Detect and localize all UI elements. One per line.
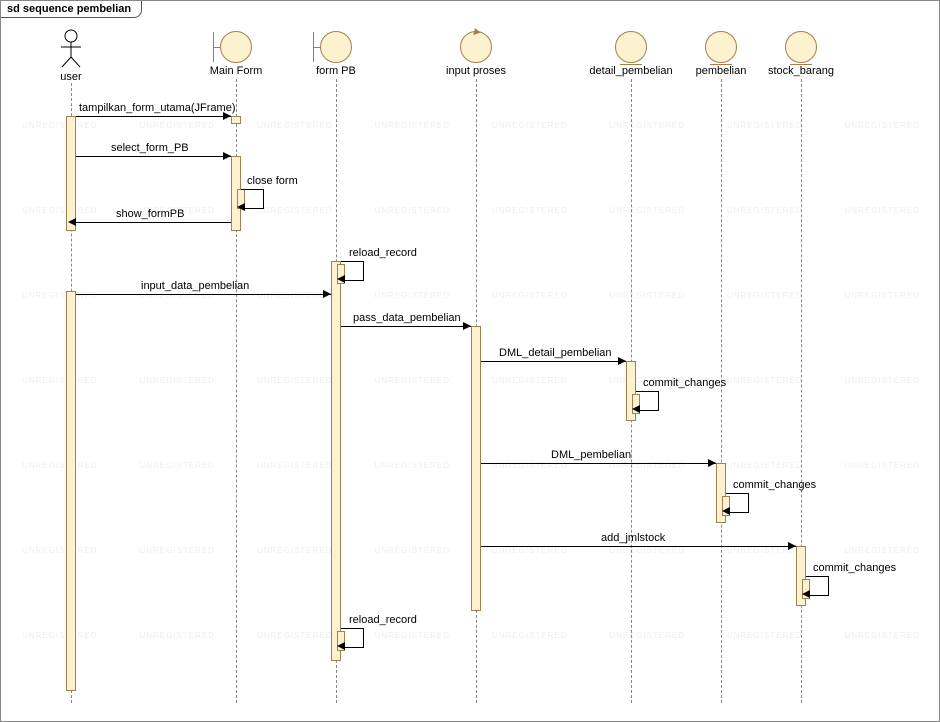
- arrow-head-icon: [722, 507, 730, 515]
- msg-arrow-m12: [481, 546, 796, 547]
- arrow-head-icon: [463, 322, 471, 330]
- activation-user-1: [66, 116, 76, 231]
- activation-inputproses: [471, 326, 481, 611]
- msg-label-m13: commit_changes: [813, 562, 896, 574]
- activation-user-2: [66, 291, 76, 691]
- msg-label-m5: reload_record: [349, 247, 417, 259]
- actor-icon: [58, 29, 84, 69]
- lifeline-pembelian: pembelian: [691, 31, 751, 77]
- arrow-head-icon: [618, 357, 626, 365]
- msg-arrow-m10: [481, 463, 716, 464]
- msg-label-m11: commit_changes: [733, 479, 816, 491]
- msg-arrow-m6: [76, 294, 331, 295]
- entity-icon: [785, 31, 817, 63]
- lifeline-mainform: Main Form: [206, 31, 266, 77]
- arrow-head-icon: [337, 275, 345, 283]
- arrow-head-icon: [632, 405, 640, 413]
- arrow-head-icon: [323, 290, 331, 298]
- lifeline-formpb-label: form PB: [306, 65, 366, 77]
- msg-arrow-m8: [481, 361, 626, 362]
- arrow-head-icon: [223, 152, 231, 160]
- arrow-head-icon: [68, 218, 76, 226]
- msg-label-m7: pass_data_pembelian: [353, 312, 461, 324]
- msg-label-m9: commit_changes: [643, 377, 726, 389]
- boundary-icon: [220, 31, 252, 63]
- activation-formpb: [331, 261, 341, 661]
- activation-mainform-1: [231, 116, 241, 124]
- entity-icon: [705, 31, 737, 63]
- lifeline-inputproses: input proses: [441, 31, 511, 77]
- arrow-head-icon: [237, 203, 245, 211]
- entity-icon: [615, 31, 647, 63]
- lifeline-mainform-label: Main Form: [206, 65, 266, 77]
- arrow-head-icon: [708, 459, 716, 467]
- msg-arrow-m4: [76, 222, 231, 223]
- frame-title: sd sequence pembelian: [1, 1, 142, 18]
- msg-label-m8: DML_detail_pembelian: [499, 347, 612, 359]
- arrow-head-icon: [802, 590, 810, 598]
- msg-label-m6: input_data_pembelian: [141, 280, 249, 292]
- lifeline-detail-pembelian: detail_pembelian: [586, 31, 676, 77]
- lifeline-stock-barang-label: stock_barang: [766, 65, 836, 77]
- msg-label-m10: DML_pembelian: [551, 449, 631, 461]
- boundary-icon: [320, 31, 352, 63]
- lifeline-dash-pembelian: [721, 79, 722, 703]
- arrow-head-icon: [788, 542, 796, 550]
- msg-label-m1: tampilkan_form_utama(JFrame): [79, 102, 236, 114]
- msg-label-m4: show_formPB: [116, 208, 184, 220]
- msg-label-m14: reload_record: [349, 614, 417, 626]
- lifeline-detail-pembelian-label: detail_pembelian: [586, 65, 676, 77]
- msg-arrow-m1: [76, 116, 231, 117]
- lifeline-dash-stock: [801, 79, 802, 703]
- msg-label-m12: add_jmlstock: [601, 532, 665, 544]
- msg-label-m3: close form: [247, 175, 298, 187]
- lifeline-inputproses-label: input proses: [441, 65, 511, 77]
- lifeline-pembelian-label: pembelian: [691, 65, 751, 77]
- msg-arrow-m2: [76, 156, 231, 157]
- lifeline-user: user: [46, 29, 96, 83]
- lifeline-user-label: user: [46, 71, 96, 83]
- control-icon: [460, 31, 492, 63]
- lifeline-stock-barang: stock_barang: [766, 31, 836, 77]
- arrow-head-icon: [337, 642, 345, 650]
- sequence-diagram-canvas: UNREGISTEREDUNREGISTEREDUNREGISTEREDUNRE…: [0, 0, 940, 722]
- msg-label-m2: select_form_PB: [111, 142, 189, 154]
- lifeline-formpb: form PB: [306, 31, 366, 77]
- msg-arrow-m7: [341, 326, 471, 327]
